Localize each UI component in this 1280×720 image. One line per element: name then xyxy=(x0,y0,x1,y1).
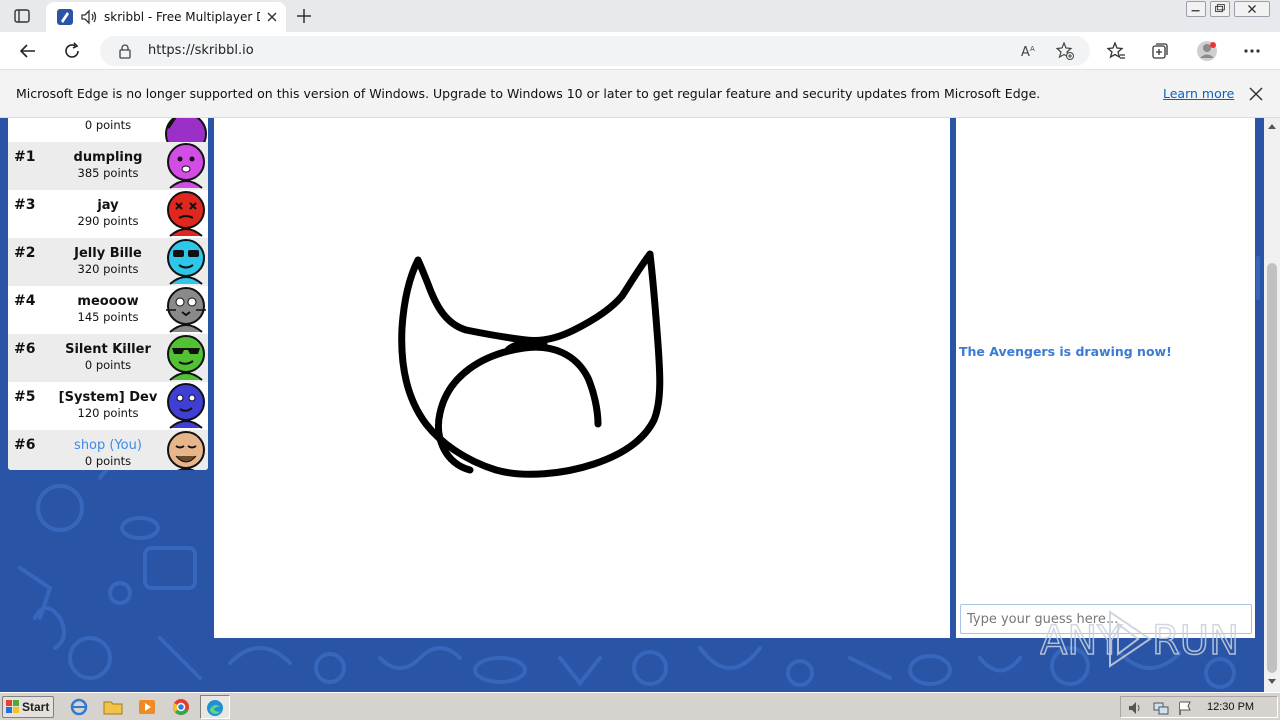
edge-taskbar-button[interactable] xyxy=(200,695,230,719)
player-avatar xyxy=(165,118,207,142)
navigation-bar: https://skribbl.io A A xyxy=(0,32,1280,70)
internet-explorer-icon[interactable] xyxy=(68,697,90,717)
player-row[interactable]: #6 Silent Killer 0 points xyxy=(8,334,208,382)
player-row[interactable]: #5 [System] Dev 120 points xyxy=(8,382,208,430)
player-name: dumpling xyxy=(73,150,143,165)
edge-icon xyxy=(207,700,223,716)
new-tab-icon[interactable] xyxy=(296,8,312,24)
player-rank: #2 xyxy=(14,245,36,261)
player-avatar xyxy=(167,143,205,189)
player-row[interactable]: 0 points xyxy=(8,118,208,142)
system-tray: 12:30 PM xyxy=(1120,696,1278,718)
player-avatar xyxy=(167,191,205,237)
player-row[interactable]: #3 jay 290 points xyxy=(8,190,208,238)
player-rank: #6 xyxy=(14,341,36,357)
scroll-up-icon[interactable] xyxy=(1267,122,1277,130)
volume-icon[interactable] xyxy=(1127,700,1143,716)
page-scrollbar[interactable] xyxy=(1264,118,1280,692)
infobar-message: Microsoft Edge is no longer supported on… xyxy=(16,86,1041,101)
url-text[interactable]: https://skribbl.io xyxy=(148,43,254,58)
file-explorer-icon[interactable] xyxy=(102,697,124,717)
windows-taskbar: Start 12:30 PM xyxy=(0,692,1280,720)
restore-button[interactable] xyxy=(1210,1,1230,17)
player-row-self[interactable]: #6 shop (You) 0 points xyxy=(8,430,208,470)
drawing-strokes xyxy=(398,250,664,478)
browser-tab[interactable]: skribbl - Free Multiplayer Dr xyxy=(46,2,286,32)
player-avatar xyxy=(167,239,205,285)
player-avatar xyxy=(166,287,206,333)
more-options-icon[interactable] xyxy=(1242,41,1262,61)
drawing-canvas[interactable] xyxy=(214,118,950,638)
scroll-down-icon[interactable] xyxy=(1267,678,1277,686)
player-row[interactable]: #4 meooow 145 points xyxy=(8,286,208,334)
media-player-icon[interactable] xyxy=(136,697,158,717)
player-points: 290 points xyxy=(77,214,139,228)
player-avatar xyxy=(167,431,205,470)
collections-icon[interactable] xyxy=(1150,41,1170,61)
title-bar: skribbl - Free Multiplayer Dr xyxy=(0,0,1280,32)
player-avatar xyxy=(167,383,205,429)
windows-logo-icon xyxy=(6,700,19,713)
read-aloud-icon[interactable]: A A xyxy=(1020,42,1038,60)
player-avatar xyxy=(167,335,205,381)
player-points: 0 points xyxy=(84,358,132,372)
address-bar[interactable]: https://skribbl.io A A xyxy=(100,36,1090,66)
close-tab-icon[interactable] xyxy=(264,9,280,25)
player-rank: #3 xyxy=(14,197,36,213)
scrollbar-thumb[interactable] xyxy=(1267,263,1277,673)
action-center-flag-icon[interactable] xyxy=(1177,700,1193,716)
svg-text:A: A xyxy=(1030,45,1035,53)
minimize-button[interactable] xyxy=(1186,1,1206,17)
unsupported-os-infobar: Microsoft Edge is no longer supported on… xyxy=(0,70,1280,118)
player-name: meooow xyxy=(77,294,139,309)
favorites-icon[interactable] xyxy=(1106,41,1126,61)
lock-icon[interactable] xyxy=(118,43,132,59)
speaker-icon[interactable] xyxy=(80,9,98,25)
player-rank: #6 xyxy=(14,437,36,453)
player-points: 145 points xyxy=(77,310,139,324)
skribbl-favicon-icon xyxy=(57,9,73,25)
player-points: 120 points xyxy=(77,406,139,420)
back-icon[interactable] xyxy=(18,41,38,61)
player-row[interactable]: #1 dumpling 385 points xyxy=(8,142,208,190)
start-label: Start xyxy=(22,700,50,714)
chat-panel: The Avengers is drawing now! xyxy=(956,118,1255,638)
system-message: The Avengers is drawing now! xyxy=(959,344,1172,359)
taskbar-clock[interactable]: 12:30 PM xyxy=(1207,701,1254,713)
svg-text:ANY: ANY xyxy=(1040,618,1122,664)
player-name: [System] Dev xyxy=(58,390,158,405)
player-list: 0 points #1 dumpling 385 points #3 jay 2… xyxy=(8,118,208,470)
player-row[interactable]: #2 Jelly Bille 320 points xyxy=(8,238,208,286)
player-points: 385 points xyxy=(77,166,139,180)
profile-avatar-icon[interactable] xyxy=(1196,40,1218,62)
close-window-button[interactable] xyxy=(1234,1,1270,17)
close-infobar-icon[interactable] xyxy=(1248,86,1264,102)
player-rank: #5 xyxy=(14,389,36,405)
add-favorite-icon[interactable] xyxy=(1056,42,1074,60)
learn-more-link[interactable]: Learn more xyxy=(1163,86,1234,101)
player-name: Silent Killer xyxy=(65,342,151,357)
player-name: Jelly Bille xyxy=(74,246,142,261)
player-name: jay xyxy=(97,198,119,213)
start-button[interactable]: Start xyxy=(2,696,54,718)
player-points: 0 points xyxy=(84,454,132,468)
refresh-icon[interactable] xyxy=(62,41,82,61)
player-rank: #1 xyxy=(14,149,36,165)
anyrun-watermark-logo: ANY RUN xyxy=(1040,610,1240,668)
tab-actions-icon[interactable] xyxy=(14,8,30,24)
svg-text:A: A xyxy=(1021,45,1030,60)
player-points: 320 points xyxy=(77,262,139,276)
network-icon[interactable] xyxy=(1153,700,1169,716)
chrome-icon[interactable] xyxy=(170,697,192,717)
player-rank: #4 xyxy=(14,293,36,309)
player-points: 0 points xyxy=(84,118,132,132)
svg-text:RUN: RUN xyxy=(1152,618,1239,664)
player-name: shop (You) xyxy=(74,438,142,453)
tab-title: skribbl - Free Multiplayer Dr xyxy=(104,10,260,24)
